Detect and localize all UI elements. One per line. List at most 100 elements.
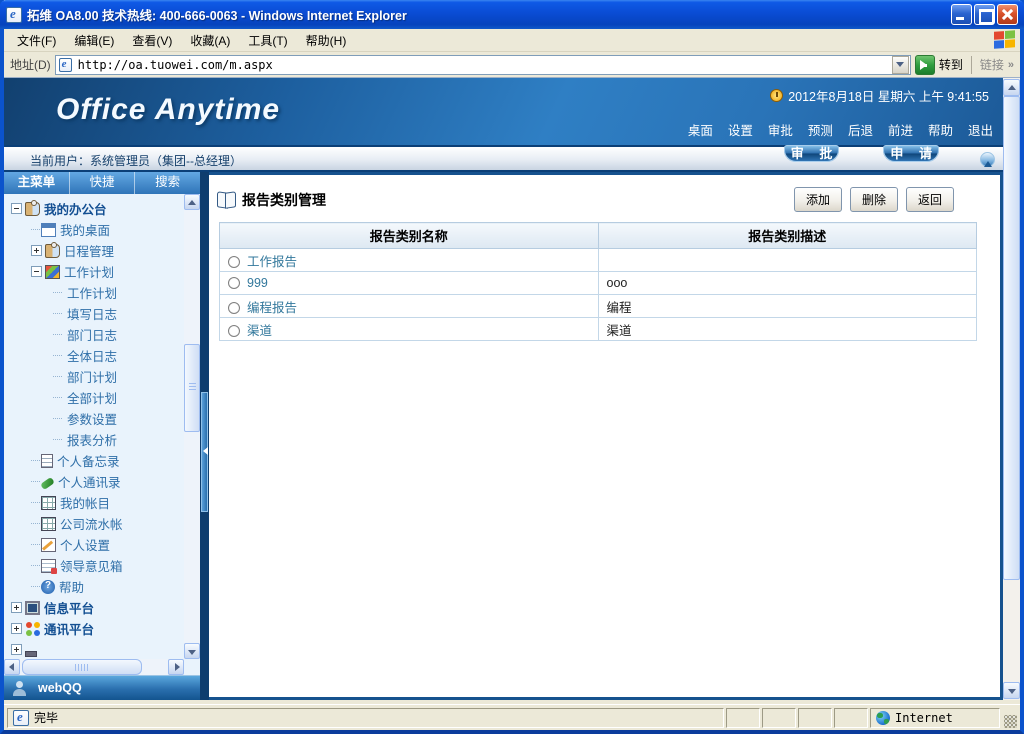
tree-item-param-settings[interactable]: 参数设置 <box>9 408 200 429</box>
scroll-thumb[interactable] <box>22 659 142 675</box>
scroll-right-button[interactable] <box>168 659 184 675</box>
status-main-pane: 完毕 <box>7 707 724 728</box>
maximize-button[interactable] <box>974 4 995 25</box>
tree-horizontal-scrollbar[interactable] <box>4 659 184 675</box>
webqq-bar[interactable]: webQQ <box>4 675 200 700</box>
sidebar: 主菜单 快捷 搜索 我的办公台 我的桌面 日程管理 工作计划 工作计划 填写日志… <box>4 172 200 700</box>
category-desc: 编程 <box>597 294 977 318</box>
row-radio[interactable] <box>228 255 240 268</box>
tree-item-report-analysis[interactable]: 报表分析 <box>9 429 200 450</box>
collapse-icon[interactable] <box>31 266 42 277</box>
status-zone-pane: Internet <box>870 707 1000 728</box>
nav-logout[interactable]: 退出 <box>968 120 993 139</box>
expand-icon[interactable] <box>11 644 22 655</box>
tree-item-help[interactable]: 帮助 <box>9 576 200 597</box>
open-book-icon <box>217 192 236 207</box>
ie-page-icon <box>6 6 22 23</box>
tree-item-company-ledger[interactable]: 公司流水帐 <box>9 513 200 534</box>
collapse-header-button[interactable] <box>980 152 995 167</box>
table-grid-icon <box>41 516 56 531</box>
category-desc: ooo <box>597 271 977 295</box>
nav-settings[interactable]: 设置 <box>728 120 753 139</box>
links-label[interactable]: 链接 <box>980 56 1004 73</box>
menu-edit[interactable]: 编辑(E) <box>65 29 123 52</box>
tree-item-my-desktop[interactable]: 我的桌面 <box>9 219 200 240</box>
tab-main-menu[interactable]: 主菜单 <box>4 172 70 194</box>
scroll-up-button[interactable] <box>184 194 200 210</box>
nav-forward[interactable]: 前进 <box>888 120 913 139</box>
tree-item-dept-log[interactable]: 部门日志 <box>9 324 200 345</box>
expand-icon[interactable] <box>11 602 22 613</box>
scroll-down-button[interactable] <box>184 643 200 659</box>
row-radio[interactable] <box>228 324 240 337</box>
tree-item-my-office[interactable]: 我的办公台 <box>9 198 200 219</box>
tree-item-work-plan[interactable]: 工作计划 <box>9 261 200 282</box>
tree-item-all-log[interactable]: 全体日志 <box>9 345 200 366</box>
address-bar: 地址(D) 转到 链接 » <box>4 52 1020 78</box>
expand-icon[interactable] <box>11 623 22 634</box>
category-name-link[interactable]: 999 <box>247 276 268 290</box>
menu-view[interactable]: 查看(V) <box>123 29 181 52</box>
tree-item-personal-contacts[interactable]: 个人通讯录 <box>9 471 200 492</box>
datetime-text: 2012年8月18日 星期六 上午 9:41:55 <box>788 90 989 104</box>
scroll-up-button[interactable] <box>1003 79 1020 96</box>
expand-icon[interactable] <box>31 245 42 256</box>
phone-icon <box>40 476 55 490</box>
category-name-link[interactable]: 渠道 <box>247 324 272 338</box>
apply-tab-button[interactable]: 申 请 <box>883 143 939 165</box>
add-button[interactable]: 添加 <box>793 187 842 212</box>
menu-favorites[interactable]: 收藏(A) <box>181 29 239 52</box>
menu-help[interactable]: 帮助(H) <box>297 29 356 52</box>
tree-item-leader-mailbox[interactable]: 领导意见箱 <box>9 555 200 576</box>
close-button[interactable] <box>997 4 1018 25</box>
column-header-name: 报告类别名称 <box>219 222 599 249</box>
scroll-down-button[interactable] <box>1003 682 1020 699</box>
tab-search[interactable]: 搜索 <box>135 172 200 194</box>
tree-item-partial[interactable] <box>9 639 200 660</box>
category-name-link[interactable]: 工作报告 <box>247 255 297 269</box>
menu-tools[interactable]: 工具(T) <box>239 29 296 52</box>
status-pane <box>834 707 868 728</box>
go-label[interactable]: 转到 <box>939 56 963 73</box>
links-chevron-icon[interactable]: » <box>1008 59 1014 71</box>
tree-item-dept-plan[interactable]: 部门计划 <box>9 366 200 387</box>
go-button[interactable] <box>914 54 935 75</box>
tree-item-comm-platform[interactable]: 通讯平台 <box>9 618 200 639</box>
tree-vertical-scrollbar[interactable] <box>184 194 200 659</box>
nav-back[interactable]: 后退 <box>848 120 873 139</box>
tree-item-fill-log[interactable]: 填写日志 <box>9 303 200 324</box>
page-vertical-scrollbar[interactable] <box>1003 78 1020 700</box>
address-dropdown-button[interactable] <box>891 55 909 74</box>
back-button[interactable]: 返回 <box>905 187 954 212</box>
tree-item-all-plan[interactable]: 全部计划 <box>9 387 200 408</box>
collapse-sidebar-handle[interactable] <box>201 392 208 512</box>
row-radio[interactable] <box>228 301 240 314</box>
scroll-left-button[interactable] <box>4 659 20 675</box>
category-name-link[interactable]: 编程报告 <box>247 301 297 315</box>
nav-forecast[interactable]: 预测 <box>808 120 833 139</box>
tree-item-personal-memo[interactable]: 个人备忘录 <box>9 450 200 471</box>
scroll-thumb[interactable] <box>1003 96 1020 580</box>
desktop-icon <box>41 222 56 237</box>
scroll-thumb[interactable] <box>184 344 200 432</box>
tab-shortcuts[interactable]: 快捷 <box>70 172 136 194</box>
sidebar-splitter[interactable] <box>200 172 209 700</box>
tree-item-info-platform[interactable]: 信息平台 <box>9 597 200 618</box>
row-radio[interactable] <box>228 277 240 289</box>
nav-approve[interactable]: 审批 <box>768 120 793 139</box>
delete-button[interactable]: 删除 <box>849 187 898 212</box>
approve-tab-button[interactable]: 审 批 <box>783 143 840 165</box>
tree-item-my-accounts[interactable]: 我的帐目 <box>9 492 200 513</box>
menu-file[interactable]: 文件(F) <box>8 29 65 52</box>
collapse-icon[interactable] <box>11 203 22 214</box>
tree-item-work-plan-sub[interactable]: 工作计划 <box>9 282 200 303</box>
minimize-button[interactable] <box>951 4 972 25</box>
nav-help[interactable]: 帮助 <box>928 120 953 139</box>
nav-desktop[interactable]: 桌面 <box>688 120 713 139</box>
resize-grip[interactable] <box>1004 715 1017 728</box>
title-bar: 拓维 OA8.00 技术热线: 400-666-0063 - Windows I… <box>0 0 1024 29</box>
datetime-display: 2012年8月18日 星期六 上午 9:41:55 <box>770 86 989 105</box>
address-input[interactable] <box>75 56 892 73</box>
tree-item-personal-settings[interactable]: 个人设置 <box>9 534 200 555</box>
tree-item-schedule-management[interactable]: 日程管理 <box>9 240 200 261</box>
